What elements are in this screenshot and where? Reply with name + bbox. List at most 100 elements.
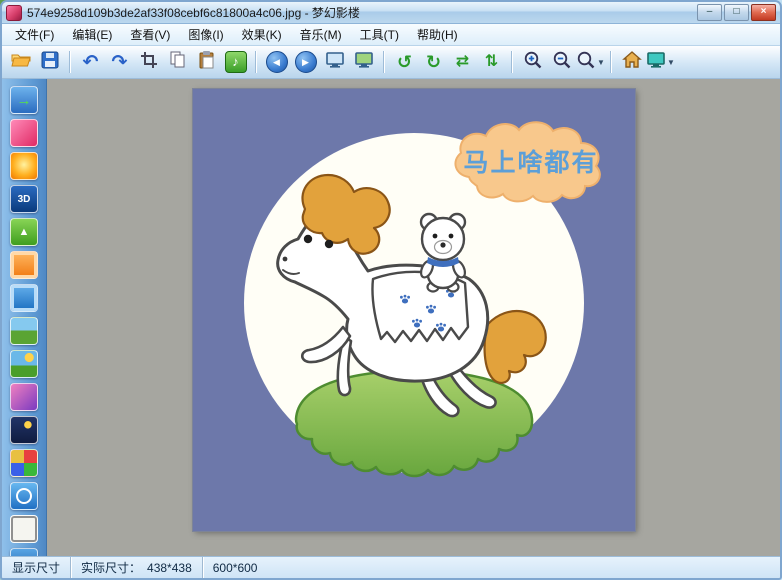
dropdown-arrow-icon: ▼ xyxy=(597,58,605,67)
redo-icon: ↷ xyxy=(112,53,128,72)
menu-view[interactable]: 查看(V) xyxy=(121,24,179,45)
copy-icon xyxy=(168,50,187,74)
crop-icon xyxy=(140,51,158,74)
menu-music[interactable]: 音乐(M) xyxy=(291,24,351,45)
blue-frame-tool[interactable] xyxy=(10,284,38,312)
status-actual-value: 600*600 xyxy=(203,557,780,578)
horse-eye xyxy=(303,235,311,243)
zoom-out-icon xyxy=(552,50,572,75)
bear-nose xyxy=(440,242,445,247)
save-icon xyxy=(40,50,60,75)
blue-template-tool[interactable] xyxy=(10,482,38,510)
flip-vertical-icon: ⇅ xyxy=(485,54,498,70)
app-icon xyxy=(6,5,22,21)
actual-size-button[interactable] xyxy=(350,49,377,75)
image-document[interactable]: 马上啥都有 xyxy=(193,89,635,531)
display-mode-button[interactable]: ▼ xyxy=(647,49,674,75)
toolbar-separator xyxy=(383,51,385,73)
purple-collage-tool[interactable] xyxy=(10,383,38,411)
minimize-button[interactable]: – xyxy=(697,4,722,21)
send-arrow-tool[interactable]: → xyxy=(10,86,38,114)
close-button[interactable]: × xyxy=(751,4,776,21)
zoom-mode-icon xyxy=(576,50,596,75)
status-actual-label: 实际尺寸： xyxy=(81,559,141,576)
menu-tools[interactable]: 工具(T) xyxy=(351,24,408,45)
flip-horizontal-icon: ⇄ xyxy=(456,54,469,70)
zoom-out-button[interactable] xyxy=(548,49,575,75)
zoom-in-button[interactable] xyxy=(519,49,546,75)
undo-icon: ↶ xyxy=(83,53,99,72)
fit-screen-button[interactable] xyxy=(321,49,348,75)
display-mode-icon xyxy=(646,50,666,75)
nav-back-icon: ◀ xyxy=(266,51,288,73)
open-folder-button[interactable] xyxy=(7,49,34,75)
desktop-background: 574e9258d109b3de2af33f08cebf6c81800a4c06… xyxy=(0,0,782,580)
app-window: 574e9258d109b3de2af33f08cebf6c81800a4c06… xyxy=(0,0,782,580)
status-actual-size: 实际尺寸： 438*438 xyxy=(71,557,203,578)
media-music-button[interactable]: ♪ xyxy=(222,49,249,75)
canvas-area[interactable]: 马上啥都有 xyxy=(47,79,780,556)
redo-button[interactable]: ↷ xyxy=(106,49,133,75)
home-icon xyxy=(622,50,642,75)
undo-button[interactable]: ↶ xyxy=(77,49,104,75)
home-button[interactable] xyxy=(618,49,645,75)
copy-button[interactable] xyxy=(164,49,191,75)
maximize-button[interactable]: □ xyxy=(724,4,749,21)
flip-vertical-button[interactable]: ⇅ xyxy=(478,49,505,75)
open-folder-icon xyxy=(11,50,31,75)
horse-eye xyxy=(324,240,332,248)
main-area: → 3D ▲ ◢ xyxy=(2,79,780,556)
orange-frame-tool[interactable] xyxy=(10,251,38,279)
bear-eye xyxy=(432,234,437,239)
save-button[interactable] xyxy=(36,49,63,75)
nav-forward-button[interactable]: ▶ xyxy=(292,49,319,75)
white-border-tool[interactable] xyxy=(10,515,38,543)
horse-nostril xyxy=(282,257,287,262)
landscape-photo-tool[interactable] xyxy=(10,350,38,378)
window-controls: – □ × xyxy=(697,4,776,21)
toolbar-separator xyxy=(255,51,257,73)
nav-back-button[interactable]: ◀ xyxy=(263,49,290,75)
paste-icon xyxy=(197,50,216,74)
status-display-value: 438*438 xyxy=(147,561,192,575)
rotate-left-icon: ↺ xyxy=(397,53,412,71)
toolbar: ↶ ↷ ♪ ◀ ▶ ↺ ↻ ⇄ ⇅ ▼ ▼ xyxy=(2,46,780,79)
paste-button[interactable] xyxy=(193,49,220,75)
three-d-effect-tool[interactable]: 3D xyxy=(10,185,38,213)
zoom-mode-button[interactable]: ▼ xyxy=(577,49,604,75)
menu-effects[interactable]: 效果(K) xyxy=(233,24,291,45)
menu-image[interactable]: 图像(I) xyxy=(179,24,232,45)
menu-bar: 文件(F) 编辑(E) 查看(V) 图像(I) 效果(K) 音乐(M) 工具(T… xyxy=(2,24,780,46)
glow-effect-tool[interactable] xyxy=(10,152,38,180)
title-bar[interactable]: 574e9258d109b3de2af33f08cebf6c81800a4c06… xyxy=(2,2,780,24)
nav-forward-icon: ▶ xyxy=(295,51,317,73)
rotate-left-button[interactable]: ↺ xyxy=(391,49,418,75)
green-photo-tool[interactable]: ▲ xyxy=(10,218,38,246)
media-music-icon: ♪ xyxy=(225,51,247,73)
zoom-in-icon xyxy=(523,50,543,75)
window-title: 574e9258d109b3de2af33f08cebf6c81800a4c06… xyxy=(27,4,692,21)
landscape-scene-tool[interactable] xyxy=(10,317,38,345)
actual-size-icon xyxy=(354,50,374,75)
color-grid-tool[interactable] xyxy=(10,449,38,477)
rotate-right-button[interactable]: ↻ xyxy=(420,49,447,75)
crop-button[interactable] xyxy=(135,49,162,75)
status-bar: 显示尺寸 实际尺寸： 438*438 600*600 xyxy=(2,556,780,578)
night-scene-tool[interactable] xyxy=(10,416,38,444)
fit-screen-icon xyxy=(325,50,345,75)
flip-horizontal-button[interactable]: ⇄ xyxy=(449,49,476,75)
dropdown-arrow-icon: ▼ xyxy=(667,58,675,67)
gradient-color-tool[interactable] xyxy=(10,119,38,147)
status-display-label: 显示尺寸 xyxy=(2,557,71,578)
caption-cloud: 马上啥都有 xyxy=(455,122,599,202)
toolbar-separator xyxy=(69,51,71,73)
rotate-right-icon: ↻ xyxy=(426,53,441,71)
menu-edit[interactable]: 编辑(E) xyxy=(63,24,121,45)
toolbar-separator xyxy=(511,51,513,73)
menu-help[interactable]: 帮助(H) xyxy=(408,24,467,45)
menu-file[interactable]: 文件(F) xyxy=(6,24,63,45)
bear-eye xyxy=(448,234,453,239)
tool-sidebar: → 3D ▲ ◢ xyxy=(2,79,47,556)
toolbar-separator xyxy=(610,51,612,73)
caption-text: 马上啥都有 xyxy=(463,148,598,177)
